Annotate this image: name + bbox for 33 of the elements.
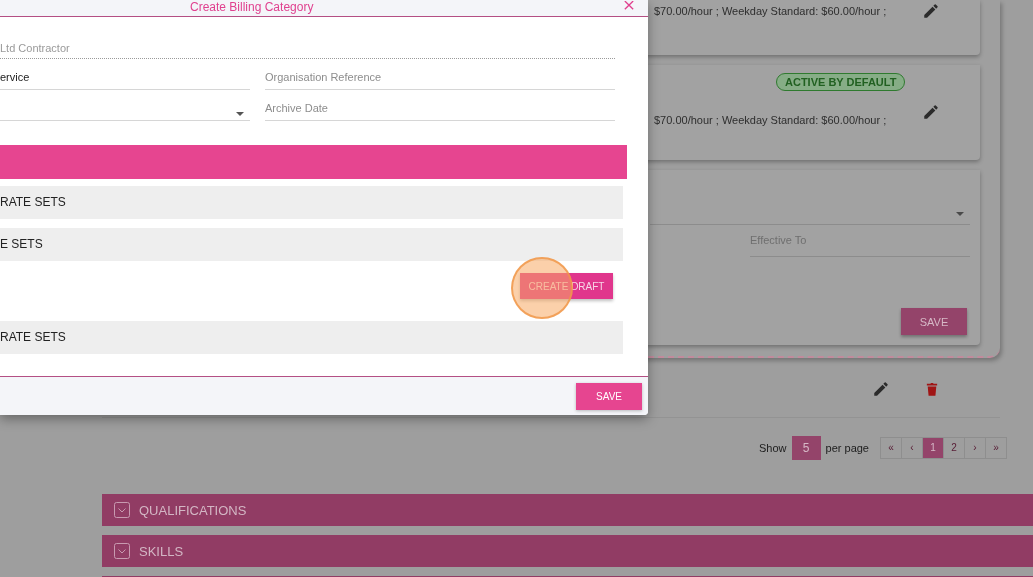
contractor-field: Ltd Contractor bbox=[0, 41, 615, 59]
input-field[interactable]: Archive Date bbox=[265, 102, 615, 121]
input-field[interactable]: ervice bbox=[0, 71, 250, 90]
show-label: Show bbox=[759, 442, 787, 454]
caret-icon bbox=[956, 212, 964, 216]
pencil-icon[interactable] bbox=[872, 379, 890, 398]
status-badge: ACTIVE BY DEFAULT bbox=[776, 73, 906, 91]
rate-set-row[interactable]: E SETS bbox=[0, 228, 623, 261]
trash-icon[interactable] bbox=[926, 381, 938, 396]
page-button[interactable]: 2 bbox=[944, 438, 965, 458]
page-button[interactable]: 1 bbox=[923, 438, 944, 458]
close-icon[interactable] bbox=[623, 1, 635, 11]
per-page-label: per page bbox=[825, 442, 869, 454]
page-button[interactable]: « bbox=[881, 438, 902, 458]
page-button[interactable]: » bbox=[986, 438, 1006, 458]
pencil-icon[interactable] bbox=[922, 2, 940, 20]
rate-set-row[interactable]: RATE SETS bbox=[0, 321, 623, 354]
accordion-header[interactable]: QUALIFICATIONS bbox=[102, 494, 1033, 526]
page-button[interactable]: › bbox=[965, 438, 986, 458]
create-draft-button[interactable]: CREATE DRAFT bbox=[520, 273, 613, 299]
save-button[interactable]: SAVE bbox=[901, 308, 967, 335]
rate-set-row[interactable]: RATE SETS bbox=[0, 186, 623, 219]
pencil-icon[interactable] bbox=[922, 103, 940, 121]
dialog-title: Create Billing Category bbox=[190, 0, 314, 15]
chevron-icon bbox=[114, 502, 130, 518]
per-page-select[interactable]: 5 bbox=[791, 436, 821, 460]
chevron-icon bbox=[114, 543, 130, 559]
accordion-header[interactable]: SKILLS bbox=[102, 535, 1033, 567]
rate-summary: $70.00/hour ; Weekday Standard: $60.00/hour ; bbox=[654, 4, 888, 19]
caret-icon bbox=[236, 112, 244, 116]
save-button[interactable]: SAVE bbox=[576, 382, 642, 410]
rate-summary: $70.00/hour ; Weekday Standard: $60.00/hour ; bbox=[654, 113, 888, 128]
input-field[interactable]: Organisation Reference bbox=[265, 71, 615, 90]
